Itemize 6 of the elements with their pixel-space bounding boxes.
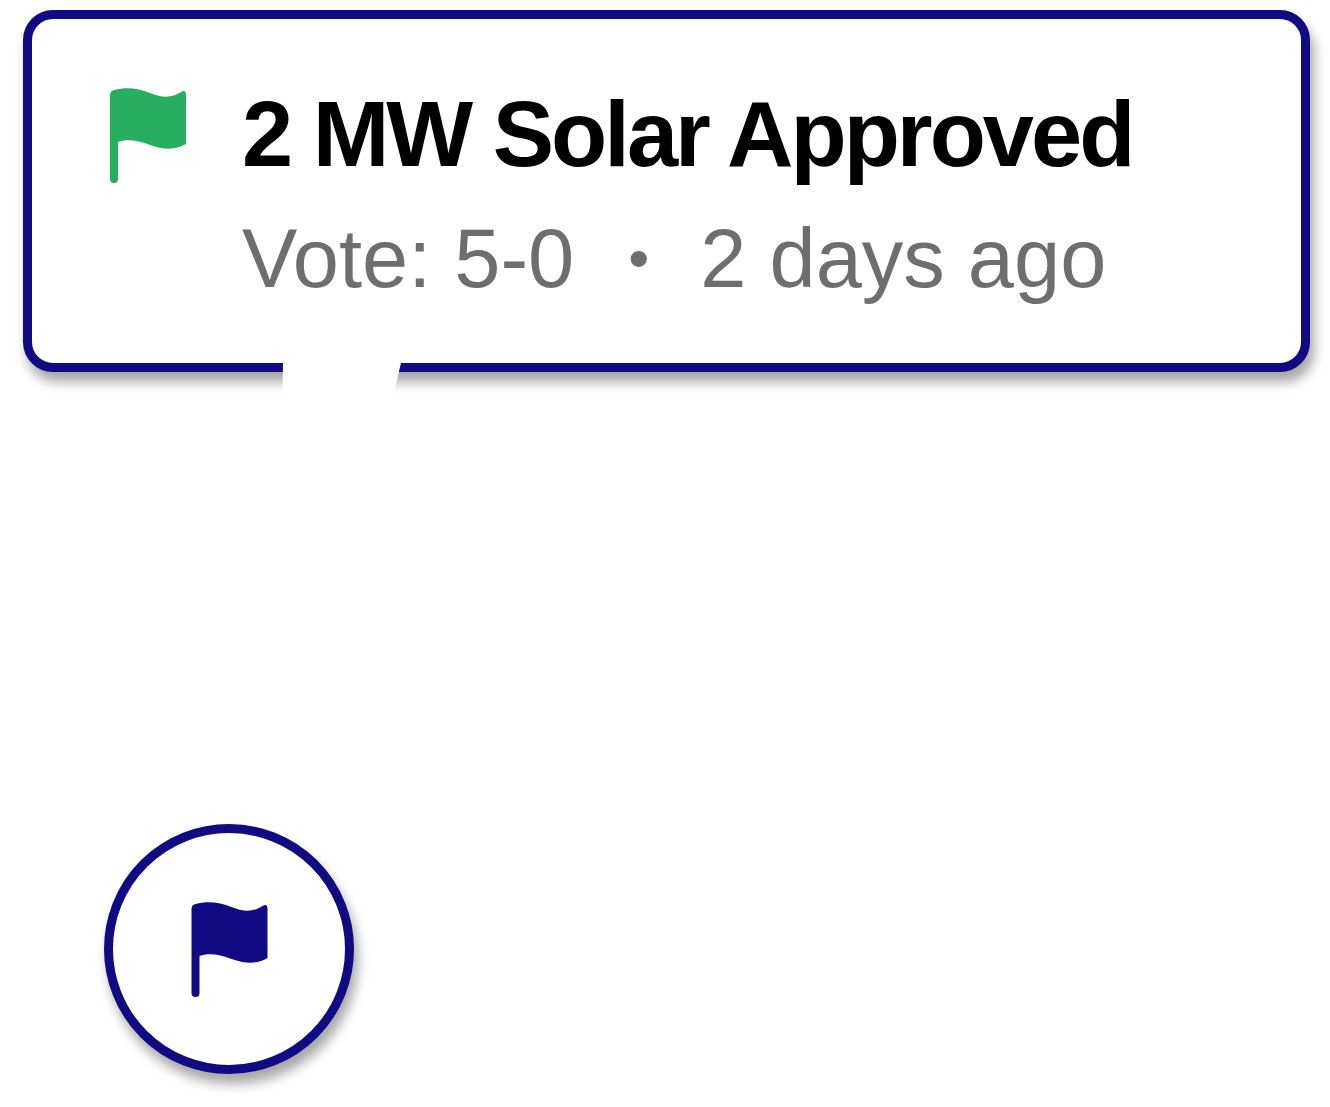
flag-icon	[190, 901, 268, 997]
callout-title: 2 MW Solar Approved	[242, 82, 1133, 187]
flag-icon	[110, 88, 186, 183]
separator-dot: •	[628, 224, 650, 295]
vote-result: Vote: 5-0	[242, 211, 575, 308]
timestamp: 2 days ago	[700, 211, 1107, 308]
